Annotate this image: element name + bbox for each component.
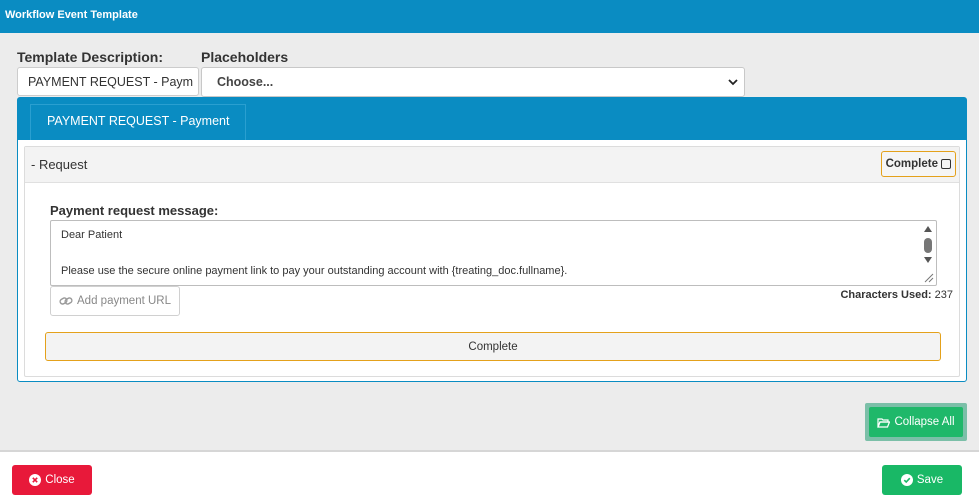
message-line-body: Please use the secure online payment lin… xyxy=(61,265,568,277)
collapse-all-focus-ring: Collapse All xyxy=(865,403,967,441)
chevron-down-icon xyxy=(728,79,738,86)
complete-toggle-label: Complete xyxy=(885,158,938,170)
payment-message-label: Payment request message: xyxy=(50,203,219,218)
template-description-input[interactable]: PAYMENT REQUEST - Paym xyxy=(17,67,199,96)
close-button[interactable]: Close xyxy=(12,465,92,495)
check-circle-icon xyxy=(900,474,913,486)
panel-header: PAYMENT REQUEST - Payment xyxy=(18,98,966,140)
save-button[interactable]: Save xyxy=(882,465,962,495)
template-description-label: Template Description: xyxy=(17,49,163,65)
payment-message-textarea[interactable]: Dear Patient Please use the secure onlin… xyxy=(50,220,937,286)
request-section-title[interactable]: - Request xyxy=(31,157,87,172)
message-line-greeting: Dear Patient xyxy=(61,229,123,241)
template-panel: PAYMENT REQUEST - Payment - Request Comp… xyxy=(17,97,967,382)
scroll-up-arrow-icon[interactable] xyxy=(924,226,932,232)
folder-open-icon xyxy=(877,417,891,428)
request-section: - Request Complete Payment request messa… xyxy=(24,146,960,377)
characters-used-value: 237 xyxy=(934,289,953,301)
link-icon xyxy=(59,295,73,307)
placeholders-select[interactable]: Choose... xyxy=(201,67,745,97)
placeholders-select-value: Choose... xyxy=(217,75,274,89)
dialog-title: Workflow Event Template xyxy=(0,0,979,33)
characters-used: Characters Used: 237 xyxy=(840,289,953,301)
collapse-all-button[interactable]: Collapse All xyxy=(869,407,963,437)
add-payment-url-button[interactable]: Add payment URL xyxy=(50,286,180,316)
close-label: Close xyxy=(45,474,75,486)
placeholders-label: Placeholders xyxy=(201,49,289,65)
collapse-all-label: Collapse All xyxy=(894,416,955,428)
add-payment-url-label: Add payment URL xyxy=(77,295,171,307)
request-section-header[interactable]: - Request Complete xyxy=(25,147,959,183)
scroll-thumb[interactable] xyxy=(924,238,932,253)
complete-button[interactable]: Complete xyxy=(45,332,941,361)
complete-toggle[interactable]: Complete xyxy=(880,151,956,177)
complete-checkbox[interactable] xyxy=(941,159,951,169)
close-circle-icon xyxy=(29,474,42,486)
characters-used-label: Characters Used: xyxy=(840,289,932,301)
resize-grip-icon[interactable] xyxy=(921,270,935,284)
save-label: Save xyxy=(916,474,944,486)
scroll-down-arrow-icon[interactable] xyxy=(924,257,932,263)
tab-payment-request[interactable]: PAYMENT REQUEST - Payment xyxy=(30,104,247,140)
